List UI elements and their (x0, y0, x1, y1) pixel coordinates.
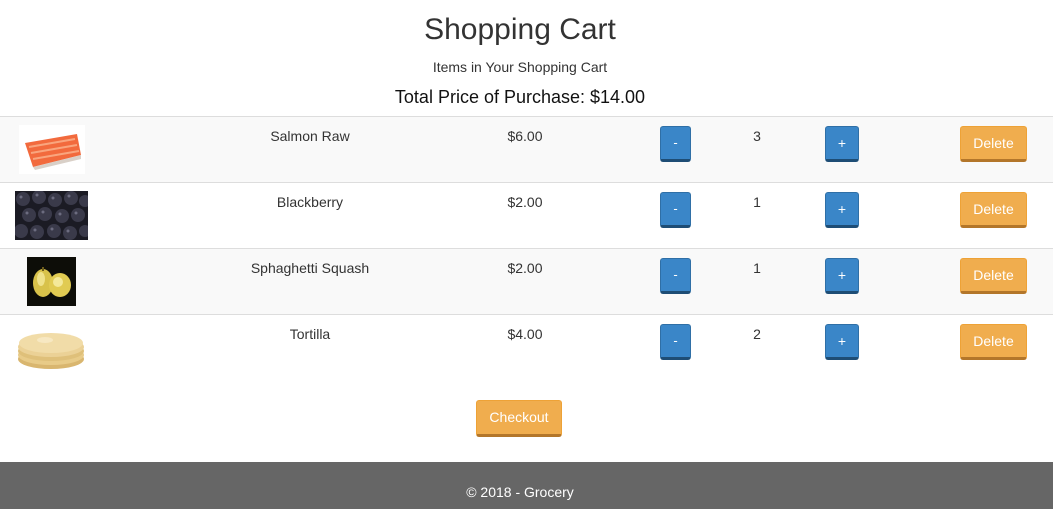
item-name: Tortilla (289, 326, 331, 342)
delete-button[interactable]: Delete (960, 192, 1027, 228)
increase-quantity-button[interactable]: + (825, 192, 859, 228)
blackberry-image (15, 191, 88, 240)
cart-table: Salmon Raw $6.00 - 3 + Delete Blackberry… (0, 116, 1053, 381)
decrease-quantity-button[interactable]: - (660, 126, 691, 162)
item-price: $2.00 (507, 260, 543, 276)
shopping-cart-page: Shopping Cart Items in Your Shopping Car… (0, 0, 1053, 509)
squash-image (15, 257, 88, 306)
total-price: Total Price of Purchase: $14.00 (394, 87, 646, 107)
cart-row: Sphaghetti Squash $2.00 - 1 + Delete (0, 249, 1053, 315)
increase-quantity-button[interactable]: + (825, 324, 859, 360)
cart-row: Salmon Raw $6.00 - 3 + Delete (0, 117, 1053, 183)
page-subtitle: Items in Your Shopping Cart (432, 59, 608, 75)
item-name: Sphaghetti Squash (250, 260, 370, 276)
decrease-quantity-button[interactable]: - (660, 258, 691, 294)
increase-quantity-button[interactable]: + (825, 258, 859, 294)
checkout-button[interactable]: Checkout (476, 400, 562, 437)
salmon-image (15, 125, 88, 174)
decrease-quantity-button[interactable]: - (660, 324, 691, 360)
item-price: $2.00 (507, 194, 543, 210)
cart-row: Tortilla $4.00 - 2 + Delete (0, 315, 1053, 381)
decrease-quantity-button[interactable]: - (660, 192, 691, 228)
item-price: $4.00 (507, 326, 543, 342)
item-quantity: 1 (753, 260, 761, 276)
delete-button[interactable]: Delete (960, 324, 1027, 360)
item-price: $6.00 (507, 128, 543, 144)
delete-button[interactable]: Delete (960, 258, 1027, 294)
item-name: Blackberry (276, 194, 344, 210)
footer: © 2018 - Grocery (0, 462, 1053, 509)
footer-copyright: © 2018 - Grocery (466, 484, 574, 500)
delete-button[interactable]: Delete (960, 126, 1027, 162)
cart-row: Blackberry $2.00 - 1 + Delete (0, 183, 1053, 249)
tortilla-image (15, 323, 88, 372)
item-name: Salmon Raw (270, 128, 350, 144)
increase-quantity-button[interactable]: + (825, 126, 859, 162)
item-quantity: 1 (753, 194, 761, 210)
item-quantity: 3 (753, 128, 761, 144)
item-quantity: 2 (753, 326, 761, 342)
page-title: Shopping Cart (424, 13, 616, 46)
